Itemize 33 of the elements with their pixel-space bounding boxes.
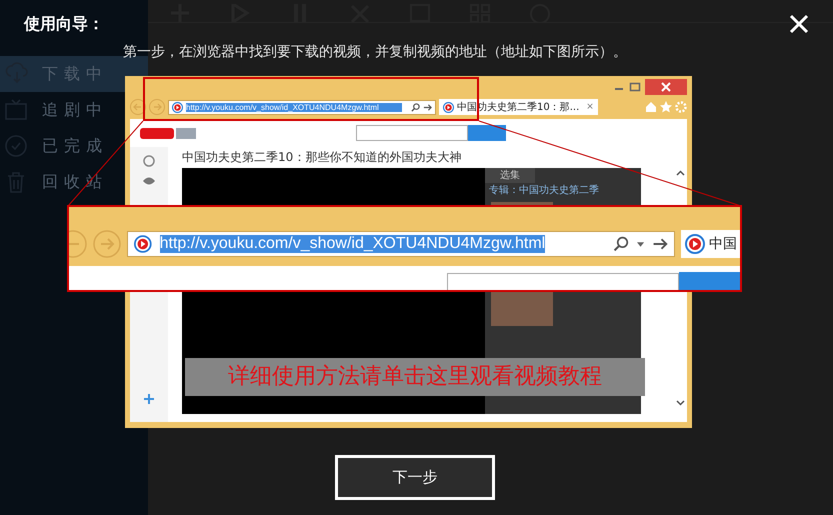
arrow-right-icon — [423, 102, 432, 112]
url-text: http://v.youku.com/v_show/id_XOTU4NDU4Mzgw.html — [186, 102, 402, 112]
logo-icon — [140, 126, 196, 140]
star-icon — [660, 101, 672, 113]
eye-icon — [143, 177, 155, 185]
album-label: 专辑：中国功夫史第二季 — [488, 184, 600, 198]
forward-icon — [93, 230, 121, 258]
play-logo-icon — [443, 102, 454, 112]
photo-placeholder — [491, 290, 553, 326]
sidebar-item[interactable]: 已完成 — [0, 128, 148, 164]
caret-icon — [637, 242, 644, 246]
check-circle-icon — [4, 134, 28, 158]
plus-icon — [144, 394, 154, 404]
url-text: http://v.youku.com/v_show/id_XOTU4NDU4Mzgw.html — [160, 235, 546, 253]
caret-up-icon — [676, 170, 684, 176]
guide-title: 使用向导： — [24, 14, 104, 34]
gear-icon — [675, 101, 687, 113]
close-icon — [645, 79, 687, 95]
back-icon — [130, 99, 146, 115]
caret-down-icon — [676, 400, 684, 406]
home-icon — [645, 101, 657, 113]
forward-icon — [149, 99, 165, 115]
sidebar-item[interactable]: 追剧中 — [0, 92, 148, 128]
video-title: 中国功夫史第二季10：那些你不知道的外国功夫大神 — [182, 149, 462, 166]
search-icon — [613, 235, 630, 253]
arrow-right-icon — [652, 236, 668, 252]
play-logo-icon — [685, 234, 705, 254]
maximize-icon — [629, 82, 641, 92]
search-icon — [411, 102, 420, 112]
play-logo-icon — [134, 234, 152, 254]
tv-icon — [4, 98, 28, 122]
next-step-button[interactable]: 下一步 — [335, 455, 495, 500]
circle-icon — [143, 155, 155, 167]
